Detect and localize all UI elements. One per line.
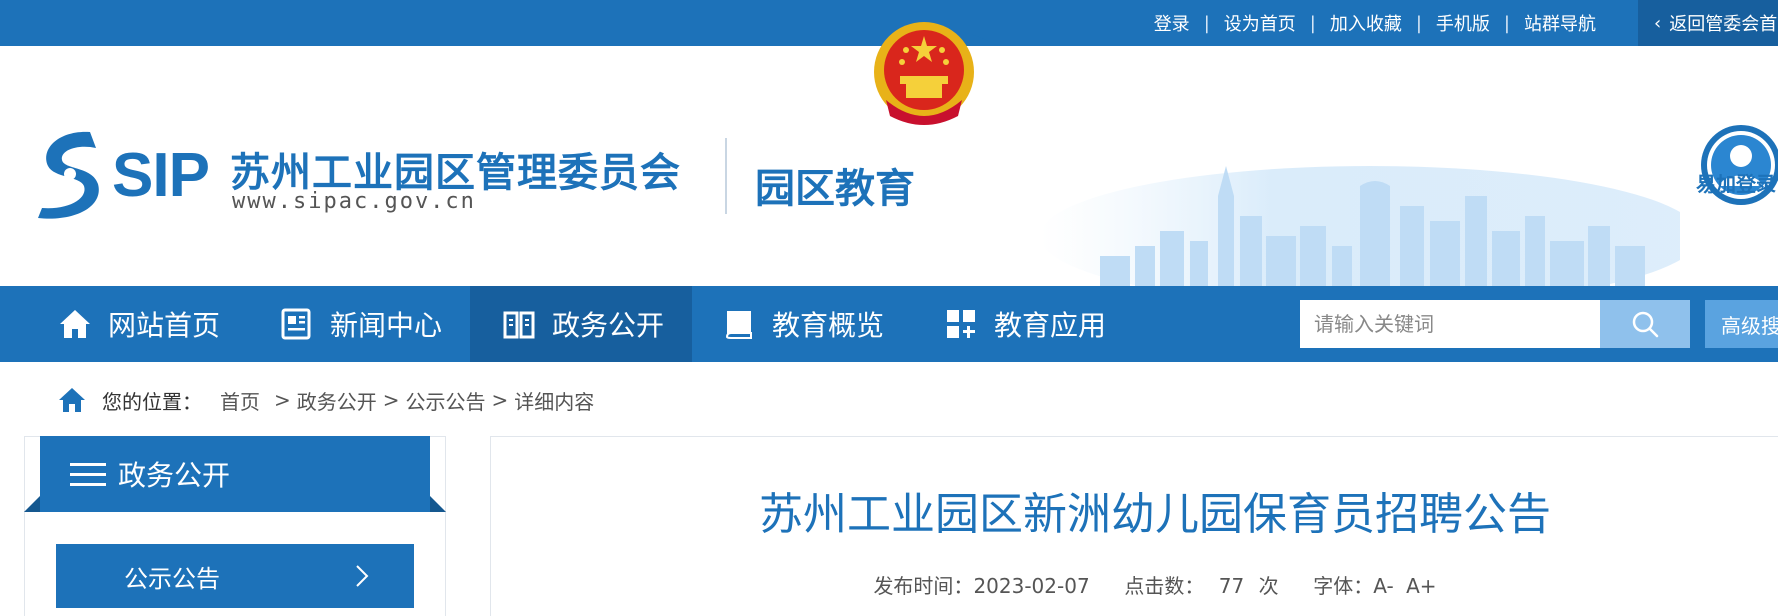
breadcrumb-separator: >	[491, 388, 509, 412]
clicks-label: 点击数：	[1124, 574, 1205, 598]
top-links: 登录 | 设为首页 | 加入收藏 | 手机版 | 站群导航	[1154, 0, 1596, 46]
newspaper-icon	[281, 308, 311, 340]
divider	[725, 138, 727, 214]
home-icon	[60, 310, 90, 338]
nav-item-label: 教育概览	[772, 309, 885, 342]
breadcrumb: 您的位置： 首页 > 政务公开 > 公示公告 > 详细内容	[58, 384, 594, 416]
advanced-search-button[interactable]: 高级搜索	[1705, 300, 1778, 348]
nav-item-label: 新闻中心	[330, 309, 443, 342]
back-to-committee-button[interactable]: ‹ 返回管委会首页	[1638, 0, 1778, 46]
sidebar-title-label: 政务公开	[118, 459, 231, 492]
breadcrumb-separator: >	[274, 388, 291, 412]
nav-item-label: 网站首页	[108, 309, 221, 342]
home-icon	[59, 388, 85, 412]
menu-icon	[70, 463, 106, 486]
nav-item-apps[interactable]: 教育应用	[944, 286, 1144, 362]
publish-label: 发布时间：	[873, 574, 974, 598]
clicks-value: 77	[1218, 574, 1245, 598]
publish-date: 2023-02-07	[973, 574, 1090, 598]
font-increase-button[interactable]: A+	[1406, 574, 1436, 598]
nav-item-label: 教育应用	[994, 309, 1107, 342]
add-favorite-link[interactable]: 加入收藏	[1330, 10, 1402, 36]
chevron-left-icon: ‹	[1654, 12, 1662, 34]
separator: |	[1309, 12, 1316, 34]
breadcrumb-announcements[interactable]: 公示公告	[406, 386, 486, 415]
sidebar-item-label: 公示公告	[124, 564, 220, 593]
font-label: 字体：	[1313, 574, 1374, 598]
sidebar-item-announcements[interactable]: 公示公告	[56, 544, 414, 608]
apps-grid-icon	[947, 310, 975, 338]
site-name: 园区教育	[755, 166, 915, 212]
sidebar-ribbon-fold	[24, 496, 40, 512]
nav-item-gov-affairs[interactable]: 政务公开	[470, 286, 692, 362]
clicks-unit: 次	[1258, 574, 1279, 598]
nav-item-label: 政务公开	[552, 309, 665, 342]
back-label: 返回管委会首页	[1669, 14, 1778, 35]
national-emblem-icon	[874, 22, 974, 125]
login-link[interactable]: 登录	[1154, 10, 1190, 36]
article-title: 苏州工业园区新洲幼儿园保育员招聘公告	[759, 489, 1551, 540]
chevron-right-icon	[356, 565, 369, 587]
set-homepage-link[interactable]: 设为首页	[1224, 10, 1296, 36]
nav-item-overview[interactable]: 教育概览	[722, 286, 922, 362]
search-icon	[1632, 311, 1659, 338]
separator: |	[1203, 12, 1210, 34]
logo-text: SIP	[112, 141, 210, 210]
search-button[interactable]	[1600, 300, 1690, 348]
breadcrumb-home[interactable]: 首页	[220, 386, 260, 415]
nav-item-news[interactable]: 新闻中心	[280, 286, 480, 362]
mobile-version-link[interactable]: 手机版	[1436, 10, 1490, 36]
breadcrumb-current: 详细内容	[514, 389, 595, 414]
sip-logo-icon	[38, 131, 99, 219]
sidebar-ribbon-fold	[430, 496, 446, 512]
open-book-icon	[503, 311, 535, 339]
easy-login-link[interactable]: 易加登录	[1696, 168, 1776, 197]
nav-item-home[interactable]: 网站首页	[58, 286, 258, 362]
article-meta: 发布时间：2023-02-07 点击数： 77 次 字体：A- A+	[490, 570, 1778, 599]
org-url: www.sipac.gov.cn	[232, 189, 476, 214]
font-decrease-button[interactable]: A-	[1373, 574, 1393, 598]
site-group-nav-link[interactable]: 站群导航	[1524, 10, 1596, 36]
city-skyline-image	[1040, 166, 1680, 286]
main-nav: 网站首页 新闻中心 政务公开 教育概览 教育应用 高级搜索	[0, 286, 1778, 362]
breadcrumb-label: 您的位置：	[102, 389, 202, 414]
separator: |	[1503, 12, 1510, 34]
separator: |	[1415, 12, 1422, 34]
search-input[interactable]	[1300, 300, 1600, 348]
breadcrumb-gov-affairs[interactable]: 政务公开	[297, 386, 377, 415]
book-icon	[725, 311, 752, 339]
breadcrumb-separator: >	[382, 388, 400, 412]
sidebar-title: 政务公开	[40, 436, 430, 512]
